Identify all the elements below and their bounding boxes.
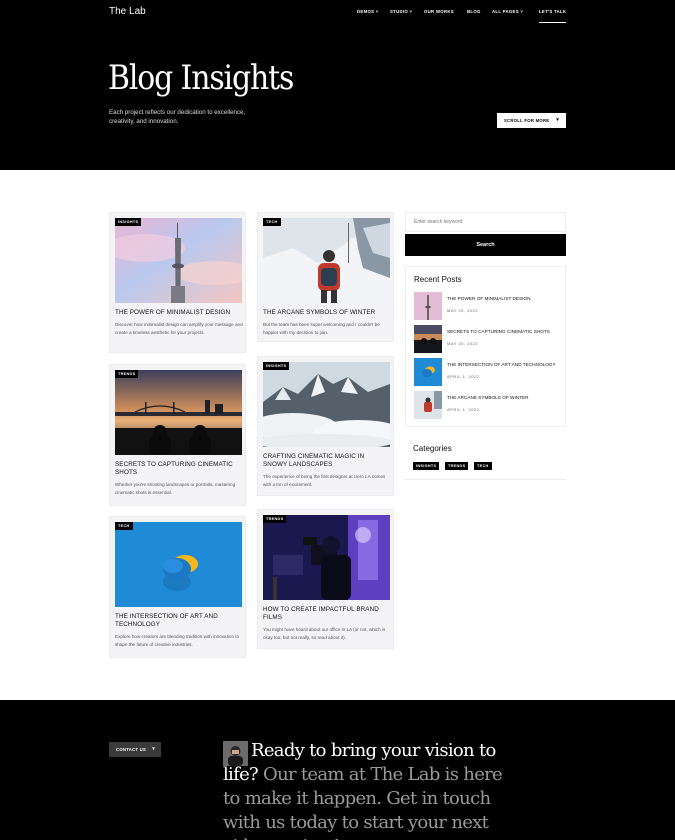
contact-us-button[interactable]: CONTACT US ▾	[109, 742, 161, 757]
chevron-down-icon: ▾	[556, 117, 559, 123]
chevron-down-icon: ▾	[152, 746, 155, 752]
post-card[interactable]: TRENDS SECRETS TO CAPTURING CINEMATIC SH…	[109, 364, 246, 506]
post-excerpt: But the team has been super welcoming an…	[263, 322, 380, 335]
post-title[interactable]: SECRETS TO CAPTURING CINEMATIC SHOTS	[115, 461, 242, 477]
category-tag[interactable]: TRENDS	[263, 515, 287, 523]
recent-post-date: APRIL 1, 2022	[447, 374, 480, 379]
post-image	[263, 362, 390, 447]
post-excerpt: Explore how creators are blending tradit…	[115, 634, 240, 647]
post-card[interactable]: INSIGHTS CRAFTING CINEMATIC MAGIC IN SNO…	[257, 356, 394, 496]
post-excerpt: Whether you're shooting landscapes or po…	[115, 482, 236, 495]
hero-section: The Lab DEMOS ˅ STUDIO ˅ OUR WORKS BLOG …	[0, 0, 675, 170]
search-button[interactable]: Search	[405, 234, 566, 256]
category-tag-tech[interactable]: TECH	[474, 462, 492, 470]
post-image	[263, 218, 390, 303]
category-tag[interactable]: TECH	[115, 522, 133, 530]
post-image	[263, 515, 390, 600]
category-tag-insights[interactable]: INSIGHTS	[413, 462, 440, 470]
scroll-button-label: SCROLL FOR MORE	[504, 118, 550, 123]
recent-post-thumbnail	[414, 325, 442, 353]
post-image	[115, 370, 242, 455]
post-title[interactable]: CRAFTING CINEMATIC MAGIC IN SNOWY LANDSC…	[263, 453, 390, 469]
nav-item-our-works[interactable]: OUR WORKS	[424, 9, 454, 14]
category-tag-trends[interactable]: TRENDS	[445, 462, 469, 470]
post-card[interactable]: INSIGHTS THE POWER OF MINIMALIST DESIGN …	[109, 212, 246, 353]
recent-post-thumbnail	[414, 391, 442, 419]
post-title[interactable]: THE ARCANE SYMBOLS OF WINTER	[263, 309, 390, 317]
recent-post-item[interactable]: THE POWER OF MINIMALIST DESIGN MAY 20, 2…	[414, 292, 564, 320]
recent-post-item[interactable]: THE ARCANE SYMBOLS OF WINTER APRIL 1, 20…	[414, 391, 564, 419]
recent-post-date: MAY 20, 2022	[447, 308, 478, 313]
recent-post-thumbnail	[414, 292, 442, 320]
recent-post-date: MAY 20, 2022	[447, 341, 478, 346]
recent-post-title[interactable]: THE INTERSECTION OF ART AND TECHNOLOGY	[447, 362, 562, 367]
search-input[interactable]	[405, 212, 566, 232]
cta-body: Our team at The Lab is here to make it h…	[223, 764, 503, 840]
post-excerpt: Discover how minimalist design can ampli…	[115, 322, 243, 335]
scroll-for-more-button[interactable]: SCROLL FOR MORE ▾	[497, 113, 566, 128]
recent-posts-heading: Recent Posts	[414, 275, 462, 284]
post-title[interactable]: HOW TO CREATE IMPACTFUL BRAND FILMS	[263, 606, 390, 622]
category-tag[interactable]: INSIGHTS	[115, 218, 142, 226]
recent-post-item[interactable]: THE INTERSECTION OF ART AND TECHNOLOGY A…	[414, 358, 564, 386]
categories-heading: Categories	[413, 444, 452, 453]
page-title: Blog Insights	[108, 58, 294, 98]
category-tag[interactable]: TRENDS	[115, 370, 139, 378]
nav-item-blog[interactable]: BLOG	[467, 9, 481, 14]
nav-item-studio[interactable]: STUDIO ˅	[390, 9, 412, 14]
recent-post-title[interactable]: SECRETS TO CAPTURING CINEMATIC SHOTS	[447, 329, 562, 334]
categories-panel: Categories	[405, 436, 566, 480]
contact-button-label: CONTACT US	[116, 747, 147, 752]
post-card[interactable]: TECH THE ARCANE SYMBOLS OF WINTER But th…	[257, 212, 394, 342]
post-title[interactable]: THE INTERSECTION OF ART AND TECHNOLOGY	[115, 613, 242, 629]
post-card[interactable]: TRENDS HOW TO CREATE IMPACTFUL BRAND FIL…	[257, 509, 394, 649]
post-card[interactable]: TECH THE INTERSECTION OF ART AND TECHNOL…	[109, 516, 246, 658]
recent-posts-panel: Recent Posts THE POWER OF MINIMALIST DES…	[405, 266, 566, 427]
recent-post-thumbnail	[414, 358, 442, 386]
site-logo[interactable]: The Lab	[109, 6, 146, 17]
category-tag[interactable]: TECH	[263, 218, 281, 226]
post-title[interactable]: THE POWER OF MINIMALIST DESIGN	[115, 309, 242, 317]
post-image	[115, 218, 242, 303]
post-excerpt: You might have heard about our office in…	[263, 627, 386, 640]
post-image	[115, 522, 242, 607]
category-tag[interactable]: INSIGHTS	[263, 362, 290, 370]
post-excerpt: The experience of being the first design…	[263, 474, 386, 487]
recent-post-item[interactable]: SECRETS TO CAPTURING CINEMATIC SHOTS MAY…	[414, 325, 564, 353]
footer-cta-text: Ready to bring your vision to life? Our …	[223, 739, 513, 840]
nav-item-all-pages[interactable]: ALL PAGES ˅	[492, 9, 523, 14]
recent-post-title[interactable]: THE ARCANE SYMBOLS OF WINTER	[447, 395, 562, 400]
hero-subtitle: Each project reflects our dedication to …	[109, 109, 246, 125]
footer-cta-section: CONTACT US ▾ Ready to bring your vision …	[0, 700, 675, 840]
nav-item-demos[interactable]: DEMOS ˅	[357, 9, 379, 14]
nav-lets-talk-button[interactable]: LET'S TALK	[539, 9, 567, 23]
recent-post-date: APRIL 1, 2022	[447, 407, 480, 412]
recent-post-title[interactable]: THE POWER OF MINIMALIST DESIGN	[447, 296, 562, 301]
